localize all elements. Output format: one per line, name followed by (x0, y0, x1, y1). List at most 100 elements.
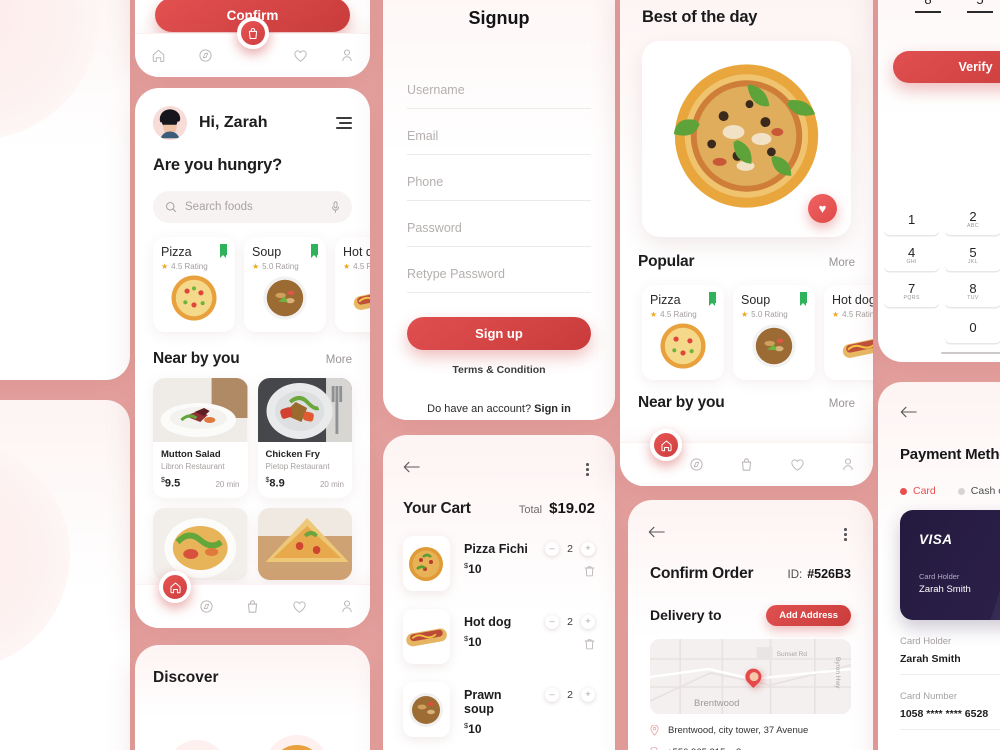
bag-icon[interactable] (740, 457, 753, 472)
category-card[interactable]: Pizza ★ 4.5 Rating (153, 237, 235, 332)
card-number-field-label: Card Number (900, 691, 958, 702)
place-card[interactable] (257, 507, 352, 580)
key-blank (884, 312, 939, 343)
hero-food-card[interactable]: ♥ (642, 41, 851, 237)
favourite-button[interactable]: ♥ (808, 194, 837, 223)
pizza-image (409, 546, 443, 581)
quantity-value: 2 (567, 615, 573, 628)
card-holder-field-label: Card Holder (900, 636, 952, 647)
compass-icon[interactable] (198, 48, 213, 63)
place-card[interactable] (153, 507, 248, 580)
onboarding-subtitle-1: Discover and search any foods & drinks (0, 162, 17, 204)
username-field[interactable]: Username (407, 77, 591, 109)
decrement-button[interactable]: – (545, 687, 559, 702)
card-number-field[interactable]: Card Number 1058 **** **** 6528 (900, 675, 1000, 730)
card-holder-label: Card Holder (919, 572, 960, 581)
bag-icon[interactable] (246, 599, 259, 614)
increment-button[interactable]: + (581, 541, 595, 556)
cart-app-bar (383, 435, 615, 478)
password-field[interactable]: Password (407, 215, 591, 247)
heart-icon[interactable] (292, 600, 307, 614)
nearby-more-link[interactable]: More (326, 354, 352, 366)
compass-icon[interactable] (199, 599, 214, 614)
delete-item-button[interactable] (545, 638, 595, 653)
order-id-label: ID: (787, 568, 803, 581)
delivery-map[interactable]: Sunset Rd Byron Hwy Brentwood (650, 638, 851, 714)
back-arrow-icon[interactable] (648, 526, 665, 542)
home-fab-button[interactable] (159, 571, 191, 603)
retype-password-field[interactable]: Retype Password (407, 261, 591, 293)
category-rating: ★4.5 Rating (343, 262, 370, 271)
popular-more-link[interactable]: More (829, 257, 855, 269)
cart-item-price: $10 (464, 720, 482, 736)
email-field[interactable]: Email (407, 123, 591, 155)
home-icon[interactable] (151, 48, 166, 63)
cart-item-name: Hot dog (464, 614, 512, 629)
search-input[interactable]: Search foods (185, 201, 323, 213)
search-bar[interactable]: Search foods (153, 191, 352, 223)
decrement-button[interactable]: – (545, 541, 559, 556)
overflow-menu-icon[interactable] (838, 526, 853, 543)
user-icon[interactable] (841, 457, 855, 472)
otp-digit-1[interactable]: 8 (915, 0, 941, 13)
bookmark-flag-icon[interactable] (311, 244, 318, 258)
discover-screen: Discover (135, 645, 370, 750)
soup-image (752, 324, 796, 368)
user-icon[interactable] (340, 599, 354, 614)
star-icon: ★ (252, 262, 260, 271)
otp-digit-2[interactable]: 5 (967, 0, 993, 13)
cart-item-info: Prawn soup $10 (464, 682, 531, 736)
key-4[interactable]: 4 GHI (884, 240, 940, 271)
heart-icon[interactable] (293, 49, 308, 63)
terms-link[interactable]: Terms & Condition (383, 364, 615, 376)
mic-icon[interactable] (331, 200, 340, 214)
bag-fab-button[interactable] (237, 17, 269, 49)
key-8[interactable]: 8 TUV (945, 276, 1000, 307)
avatar[interactable] (153, 106, 187, 140)
popular-card[interactable]: Pizza ★ 4.5 Rating (642, 285, 724, 380)
increment-button[interactable]: + (581, 687, 595, 702)
back-arrow-icon[interactable] (900, 406, 917, 422)
back-arrow-icon[interactable] (403, 461, 420, 477)
card-holder-field[interactable]: Card Holder Zarah Smith (900, 620, 1000, 675)
overflow-menu-icon[interactable] (580, 461, 595, 478)
user-icon[interactable] (340, 48, 354, 63)
category-rating: ★ 5.0 Rating (252, 262, 299, 271)
payment-option-card-label: Card (913, 485, 936, 497)
verify-button[interactable]: Verify (893, 51, 1000, 83)
map-town-label: Brentwood (694, 697, 740, 709)
payment-option-cash[interactable]: Cash on delivery (957, 485, 1000, 497)
menu-icon[interactable] (334, 116, 352, 130)
increment-button[interactable]: + (581, 614, 595, 629)
popular-card[interactable]: Soup ★ 5.0 Rating (733, 285, 815, 380)
key-2[interactable]: 2 ABC (945, 204, 1000, 235)
phone-field[interactable]: Phone (407, 169, 591, 201)
delete-item-button[interactable] (545, 565, 595, 580)
payment-option-card[interactable]: Card (900, 485, 936, 497)
nearby-more-link[interactable]: More (829, 398, 855, 410)
signup-submit-button[interactable]: Sign up (407, 317, 591, 350)
bookmark-flag-icon[interactable] (800, 292, 807, 306)
decrement-button[interactable]: – (545, 614, 559, 629)
cart-item-price: $10 (464, 560, 482, 576)
key-7[interactable]: 7 PQRS (884, 276, 940, 307)
bookmark-flag-icon[interactable] (709, 292, 716, 306)
category-card[interactable]: Soup ★ 5.0 Rating (244, 237, 326, 332)
add-address-button[interactable]: Add Address (766, 604, 851, 626)
key-1[interactable]: 1 (884, 204, 940, 235)
bookmark-flag-icon[interactable] (220, 244, 227, 258)
place-restaurant: Libron Restaurant (161, 462, 225, 471)
key-0[interactable]: 0 (945, 312, 1000, 343)
heart-icon[interactable] (790, 458, 805, 472)
credit-card-preview[interactable]: VISA Card Holder Zarah Smith (900, 510, 1000, 620)
home-fab-button[interactable] (650, 429, 682, 461)
place-card[interactable]: Mutton Salad Libron Restaurant $9.5 20 m… (153, 378, 248, 498)
key-5[interactable]: 5 JKL (945, 240, 1000, 271)
payment-method-screen: Payment Method Card Cash on delivery VIS… (878, 382, 1000, 750)
cart-item-info: Hot dog $10 (464, 609, 531, 649)
category-card[interactable]: Hot dog ★4.5 Rating (335, 237, 370, 332)
compass-icon[interactable] (689, 457, 704, 472)
place-card[interactable]: Chicken Fry Pietop Restaurant $8.9 20 mi… (257, 378, 352, 498)
popular-card[interactable]: Hot dog ★4.5 Rating (824, 285, 873, 380)
signin-link[interactable]: Sign in (534, 403, 571, 415)
